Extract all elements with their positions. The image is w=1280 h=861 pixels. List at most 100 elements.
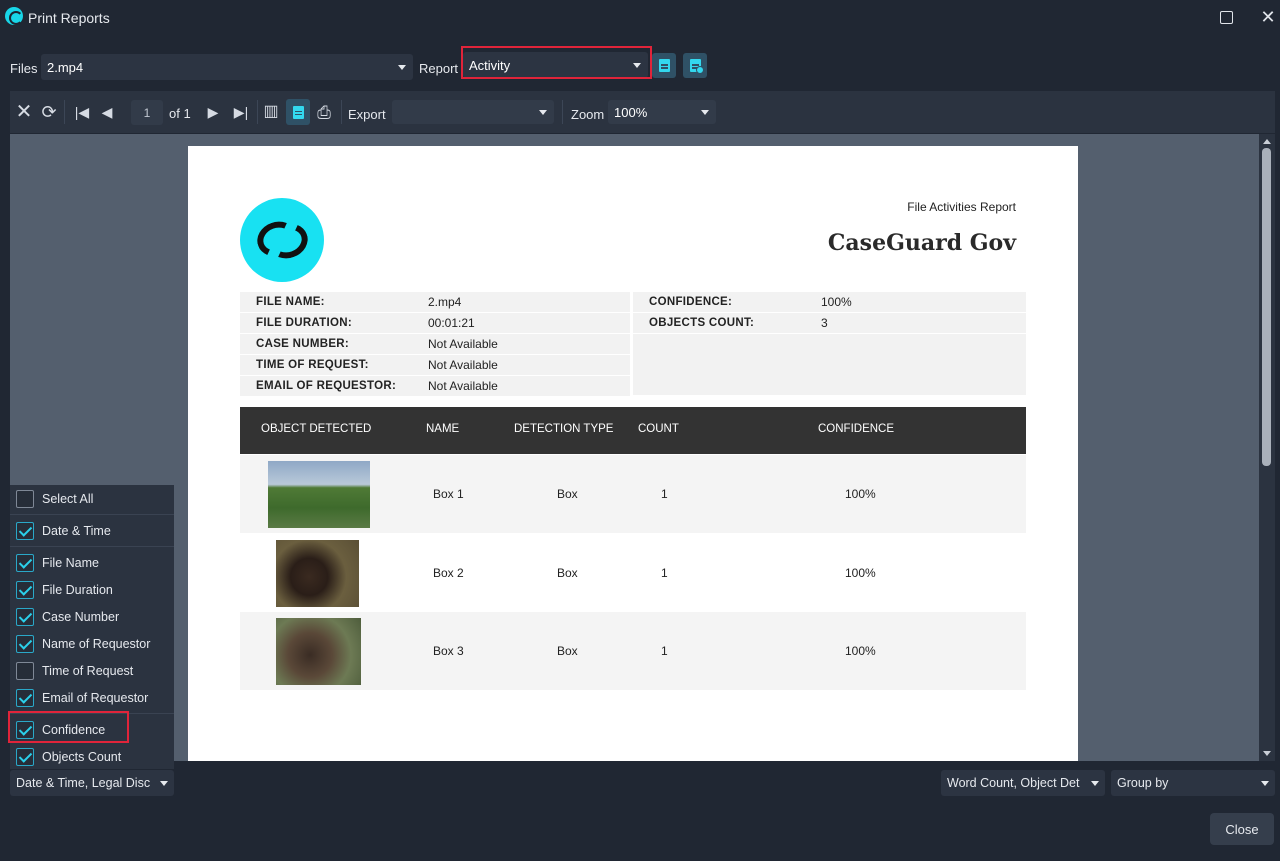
column-header: NAME [426,423,460,435]
window-title: Print Reports [28,10,110,26]
preview-scrollbar[interactable] [1259,134,1275,761]
checkbox[interactable] [16,521,34,540]
page-number-input[interactable]: 1 [131,100,163,125]
refresh-icon[interactable]: ⟳ [38,101,60,123]
files-select[interactable]: 2.mp4 [41,54,413,80]
title-bar: Print Reports ✕ [0,0,1280,36]
brand-name: CaseGuard Gov [827,230,1016,256]
columns-select-value: Word Count, Object Det [947,776,1080,790]
next-page-icon[interactable]: ▶ [202,101,224,123]
first-page-icon[interactable]: |◀ [71,101,93,123]
document-settings-icon [689,59,704,74]
info-key: FILE DURATION: [256,317,352,329]
files-select-value: 2.mp4 [47,59,84,75]
checkbox[interactable] [16,580,34,599]
column-header: OBJECT DETECTED [261,423,372,435]
checklist-label: Name of Requestor [42,636,151,651]
separator [64,100,65,124]
close-button[interactable]: Close [1210,813,1274,845]
info-key: CASE NUMBER: [256,338,350,350]
report-page: File Activities Report CaseGuard Gov FIL… [188,146,1078,761]
zoom-select[interactable]: 100% [608,100,716,124]
checklist-item-select-all[interactable]: Select All [10,485,174,512]
close-document-icon[interactable]: ✕ [13,101,35,123]
files-label: Files [10,61,38,76]
columns-select[interactable]: Word Count, Object Det [941,770,1105,796]
checkbox[interactable] [16,553,34,572]
checkbox[interactable] [16,688,34,707]
scroll-up-icon[interactable] [1263,139,1271,144]
checkbox[interactable] [16,634,34,653]
detection-type: Box [557,644,578,658]
separator [341,100,342,124]
previous-page-icon[interactable]: ◀ [96,101,118,123]
group-by-value: Group by [1117,776,1169,790]
report-highlight [461,46,652,79]
detection-type: Box [557,566,578,580]
close-window-icon[interactable]: ✕ [1255,6,1280,28]
object-count: 1 [661,566,668,580]
report-document-button[interactable] [652,53,676,78]
maximize-icon[interactable] [1213,6,1239,28]
print-icon[interactable]: ⎙ [313,101,335,123]
chevron-down-icon [1261,781,1269,786]
last-page-icon[interactable]: ▶| [230,101,252,123]
fields-select[interactable]: Date & Time, Legal Disc [10,770,174,796]
object-name: Box 1 [433,487,464,501]
info-row: FILE DURATION: 00:01:21 [240,313,630,333]
caseguard-logo [240,198,324,282]
checklist-item-time-of-request[interactable]: Time of Request [10,657,174,684]
info-row: CASE NUMBER: Not Available [240,334,630,354]
export-select[interactable] [392,100,554,124]
checkbox[interactable] [16,747,34,766]
report-settings-button[interactable] [683,53,707,78]
checkbox[interactable] [16,489,34,508]
checklist-label: Time of Request [42,663,134,678]
document-icon [292,105,304,119]
object-name: Box 3 [433,644,464,658]
info-row: FILE NAME: 2.mp4 [240,292,630,312]
scroll-down-icon[interactable] [1263,751,1271,756]
separator [257,100,258,124]
object-confidence: 100% [845,566,876,580]
info-row: CONFIDENCE: 100% [633,292,1026,312]
checkbox[interactable] [16,661,34,680]
export-label: Export [348,107,386,122]
info-value: 3 [821,316,828,330]
group-by-select[interactable]: Group by [1111,770,1275,796]
checklist-label: Objects Count [42,749,122,764]
checklist-item-file-duration[interactable]: File Duration [10,576,174,603]
page-total: of 1 [169,106,191,121]
checklist-item-case-number[interactable]: Case Number [10,603,174,630]
checkbox[interactable] [16,607,34,626]
checklist-label: File Duration [42,582,113,597]
scroll-thumb[interactable] [1262,148,1271,466]
single-page-view-button[interactable] [286,99,310,125]
checklist-item-email-of-requestor[interactable]: Email of Requestor [10,684,174,711]
chevron-down-icon [160,781,168,786]
chevron-down-icon [398,65,406,70]
report-label: Report [419,61,459,76]
checklist-item-name-of-requestor[interactable]: Name of Requestor [10,630,174,657]
report-preview[interactable]: File Activities Report CaseGuard Gov FIL… [10,134,1259,761]
book-view-icon[interactable]: ▥ [260,101,282,123]
divider [10,546,174,547]
checklist-item-objects-count[interactable]: Objects Count [10,743,174,770]
checklist-item-file-name[interactable]: File Name [10,549,174,576]
checklist-label: Select All [42,491,94,506]
object-confidence: 100% [845,644,876,658]
zoom-select-value: 100% [614,104,648,120]
info-value: Not Available [428,379,498,393]
app-logo-icon [5,7,23,25]
info-blank-cell [633,334,1026,395]
info-row: TIME OF REQUEST: Not Available [240,355,630,375]
object-name: Box 2 [433,566,464,580]
checklist-item-date-time[interactable]: Date & Time [10,517,174,544]
info-value: 2.mp4 [428,295,462,309]
separator [562,100,563,124]
column-header: CONFIDENCE [818,423,895,435]
checklist-label: Email of Requestor [42,690,149,705]
table-header: OBJECT DETECTED NAME DETECTION TYPE COUN… [240,407,1026,454]
report-title: File Activities Report [907,200,1016,214]
object-count: 1 [661,487,668,501]
